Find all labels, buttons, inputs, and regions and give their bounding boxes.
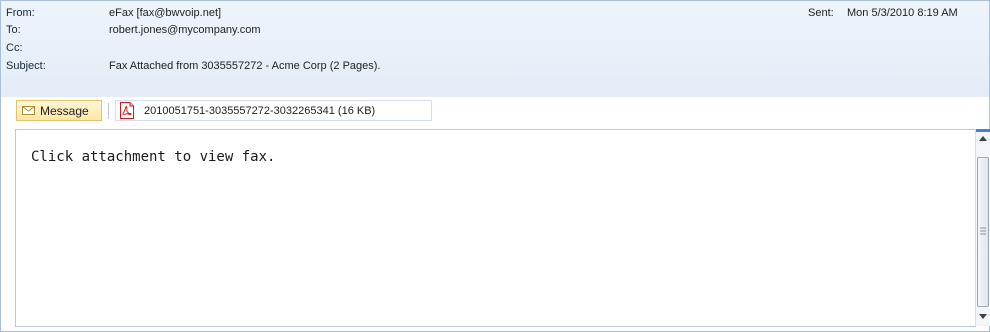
arrow-down-icon [979, 314, 987, 319]
cc-label: Cc: [6, 42, 23, 54]
scroll-down-button[interactable] [976, 308, 990, 326]
scroll-thumb[interactable] [977, 157, 989, 307]
arrow-up-icon [979, 136, 987, 141]
attachment-filename: 2010051751-3035557272-3032265341 [144, 105, 335, 117]
email-reading-pane: From: eFax [fax@bwvoip.net] Sent: Mon 5/… [0, 0, 990, 332]
sent-label: Sent: [808, 7, 834, 19]
scroll-up-button[interactable] [976, 129, 990, 147]
subject-value: Fax Attached from 3035557272 - Acme Corp… [109, 60, 381, 72]
attachment-bar: Message 2010051751-3035557272-3032265341… [1, 97, 989, 125]
grip-icon [980, 227, 986, 235]
vertical-scrollbar[interactable] [975, 129, 990, 326]
to-label: To: [6, 24, 21, 36]
attachment-size: (16 KB) [337, 105, 376, 117]
message-body[interactable]: Click attachment to view fax. [15, 129, 976, 327]
body-text: Click attachment to view fax. [31, 149, 276, 165]
attachment-item[interactable]: 2010051751-3035557272-3032265341 (16 KB) [115, 100, 432, 121]
to-value[interactable]: robert.jones@mycompany.com [109, 22, 261, 38]
subject-row: Subject: Fax Attached from 3035557272 - … [1, 58, 701, 74]
message-header: From: eFax [fax@bwvoip.net] Sent: Mon 5/… [1, 1, 989, 97]
from-row: From: eFax [fax@bwvoip.net] Sent: Mon 5/… [1, 5, 989, 21]
from-value[interactable]: eFax [fax@bwvoip.net] [109, 5, 221, 21]
subject-label: Subject: [6, 60, 46, 72]
message-tab-label: Message [40, 104, 89, 118]
message-tab[interactable]: Message [16, 100, 102, 121]
to-row: To: robert.jones@mycompany.com [1, 22, 701, 38]
sent-value: Mon 5/3/2010 8:19 AM [847, 7, 958, 19]
attachment-name: 2010051751-3035557272-3032265341 (16 KB) [144, 103, 375, 119]
envelope-icon [22, 106, 35, 115]
from-label: From: [6, 7, 35, 19]
cc-row: Cc: [1, 40, 701, 56]
attachment-separator [108, 103, 109, 119]
pdf-icon [120, 102, 134, 119]
